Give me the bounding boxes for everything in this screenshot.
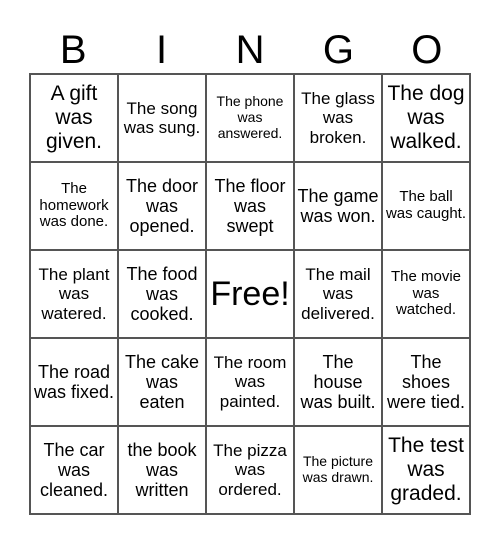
bingo-cell[interactable]: The song was sung. xyxy=(118,74,206,162)
header-letter-o: O xyxy=(411,28,443,72)
bingo-header: B I N G O xyxy=(29,28,471,73)
bingo-cell[interactable]: The pizza was ordered. xyxy=(206,426,294,514)
bingo-cell[interactable]: The glass was broken. xyxy=(294,74,382,162)
bingo-cell[interactable]: The dog was walked. xyxy=(382,74,470,162)
header-letter-b: B xyxy=(59,28,87,72)
bingo-cell[interactable]: The shoes were tied. xyxy=(382,338,470,426)
bingo-cell[interactable]: A gift was given. xyxy=(30,74,118,162)
header-letter-g: G xyxy=(322,28,354,72)
bingo-cell[interactable]: The game was won. xyxy=(294,162,382,250)
bingo-cell[interactable]: The door was opened. xyxy=(118,162,206,250)
bingo-cell[interactable]: The ball was caught. xyxy=(382,162,470,250)
header-letter-n: N xyxy=(235,28,265,72)
header-letter-i: I xyxy=(156,28,168,72)
free-space-cell[interactable]: Free! xyxy=(206,250,294,338)
bingo-cell[interactable]: The test was graded. xyxy=(382,426,470,514)
bingo-cell[interactable]: The road was fixed. xyxy=(30,338,118,426)
bingo-cell[interactable]: The picture was drawn. xyxy=(294,426,382,514)
bingo-card-grid: A gift was given. The song was sung. The… xyxy=(29,73,471,515)
bingo-cell[interactable]: The plant was watered. xyxy=(30,250,118,338)
bingo-cell[interactable]: The car was cleaned. xyxy=(30,426,118,514)
bingo-cell[interactable]: The food was cooked. xyxy=(118,250,206,338)
bingo-cell[interactable]: The cake was eaten xyxy=(118,338,206,426)
bingo-cell[interactable]: The homework was done. xyxy=(30,162,118,250)
bingo-cell[interactable]: The room was painted. xyxy=(206,338,294,426)
bingo-cell[interactable]: The movie was watched. xyxy=(382,250,470,338)
bingo-cell[interactable]: the book was written xyxy=(118,426,206,514)
bingo-cell[interactable]: The mail was delivered. xyxy=(294,250,382,338)
bingo-cell[interactable]: The floor was swept xyxy=(206,162,294,250)
bingo-cell[interactable]: The phone was answered. xyxy=(206,74,294,162)
bingo-cell[interactable]: The house was built. xyxy=(294,338,382,426)
